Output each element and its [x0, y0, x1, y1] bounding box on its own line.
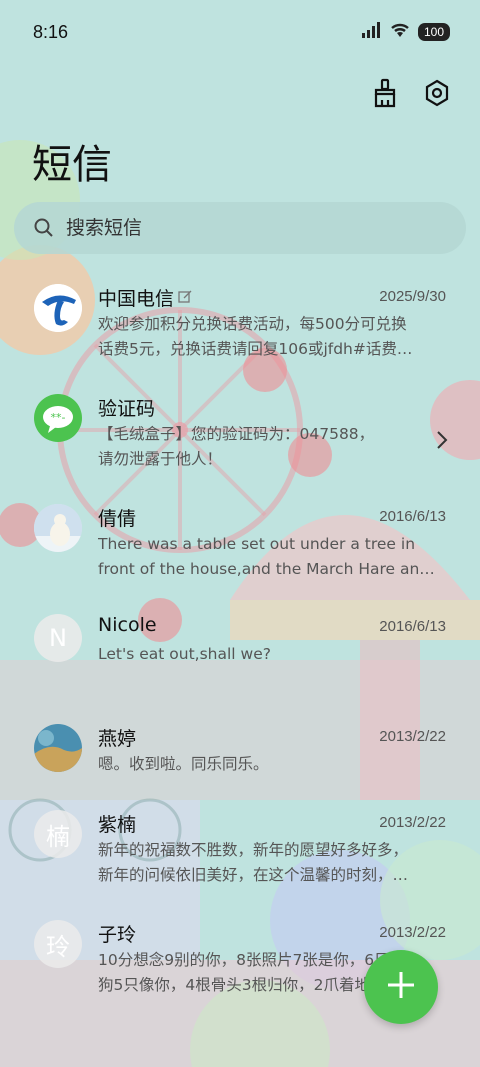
- conversation-item[interactable]: **- 验证码 【毛绒盒子】您的验证码为：047588， 请勿泄露于他人！: [0, 382, 480, 492]
- message-bubble-avatar: **-: [34, 394, 82, 442]
- contact-name: 验证码: [98, 398, 156, 420]
- message-preview: Let's eat out,shall we?: [98, 645, 271, 663]
- contact-name: 子玲: [98, 924, 137, 946]
- contact-name: 燕婷: [98, 728, 137, 750]
- edit-note-icon: [178, 287, 192, 309]
- letter-avatar: 玲: [34, 920, 82, 968]
- contact-name: 中国电信: [98, 288, 175, 310]
- contact-name: Nicole: [98, 614, 157, 636]
- message-date: 2013/2/22: [379, 924, 446, 941]
- status-time: 8:16: [33, 22, 69, 42]
- message-preview: 新年的祝福数不胜数，新年的愿望好多好多， 新年的问候依旧美好，在这个温馨的时刻，…: [98, 841, 409, 884]
- message-date: 2016/6/13: [379, 508, 446, 525]
- conversation-item[interactable]: 倩倩 2016/6/13 There was a table set out u…: [0, 492, 480, 602]
- message-date: 2016/6/13: [379, 618, 446, 635]
- message-preview: 【毛绒盒子】您的验证码为：047588， 请勿泄露于他人！: [98, 425, 375, 468]
- message-preview: There was a table set out under a tree i…: [98, 535, 435, 578]
- search-icon: [32, 216, 56, 240]
- conversation-item[interactable]: 楠 紫楠 2013/2/22 新年的祝福数不胜数，新年的愿望好多好多， 新年的问…: [0, 798, 480, 908]
- letter-avatar: N: [34, 614, 82, 662]
- conversation-list: 中国电信 2025/9/30 欢迎参加积分兑换话费活动，每500分可兑换 话费5…: [0, 272, 480, 1018]
- message-preview: 嗯。收到啦。同乐同乐。: [98, 755, 269, 773]
- svg-text:**-: **-: [51, 411, 66, 424]
- new-message-button[interactable]: [364, 950, 438, 1024]
- settings-icon[interactable]: [422, 78, 452, 108]
- page-title: 短信: [32, 142, 112, 188]
- china-telecom-avatar: [34, 284, 82, 332]
- message-date: 2013/2/22: [379, 728, 446, 745]
- search-input[interactable]: [64, 216, 448, 240]
- broom-icon[interactable]: [370, 78, 400, 108]
- conversation-item[interactable]: 燕婷 2013/2/22 嗯。收到啦。同乐同乐。: [0, 712, 480, 798]
- message-date: 2013/2/22: [379, 814, 446, 831]
- signal-icon: [361, 22, 382, 42]
- letter-avatar: 楠: [34, 810, 82, 858]
- search-bar[interactable]: [14, 202, 466, 254]
- battery-indicator: 100: [417, 23, 450, 41]
- message-preview: 欢迎参加积分兑换话费活动，每500分可兑换 话费5元，兑换话费请回复106或jf…: [98, 315, 413, 358]
- conversation-item[interactable]: N Nicole 2016/6/13 Let's eat out,shall w…: [0, 602, 480, 712]
- plus-icon: [386, 970, 416, 1004]
- chevron-right-icon[interactable]: [436, 430, 448, 454]
- landscape-avatar: [34, 724, 82, 772]
- status-bar: 8:16 100: [0, 0, 480, 66]
- wifi-icon: [390, 22, 410, 42]
- polar-bear-avatar: [34, 504, 82, 552]
- contact-name: 倩倩: [98, 508, 137, 530]
- message-date: 2025/9/30: [379, 288, 446, 305]
- conversation-item[interactable]: 中国电信 2025/9/30 欢迎参加积分兑换话费活动，每500分可兑换 话费5…: [0, 272, 480, 382]
- contact-name: 紫楠: [98, 814, 137, 836]
